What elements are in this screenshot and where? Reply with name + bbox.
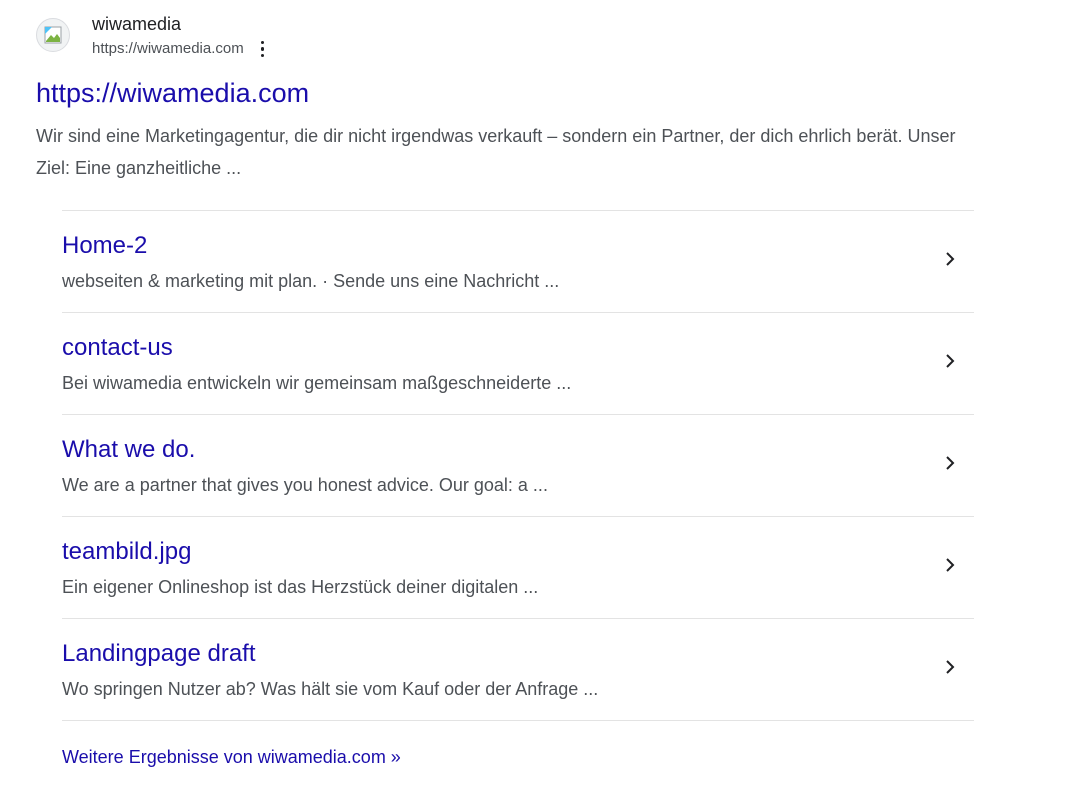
sitelink-description: Ein eigener Onlineshop ist das Herzstück…: [62, 577, 539, 597]
site-header: wiwamedia https://wiwamedia.com: [36, 12, 976, 64]
sitelink-what-we-do[interactable]: What we do. We are a partner that gives …: [62, 415, 974, 517]
chevron-right-icon[interactable]: [940, 657, 960, 677]
chevron-right-icon[interactable]: [940, 453, 960, 473]
chevron-right-icon[interactable]: [940, 249, 960, 269]
more-vert-icon[interactable]: [258, 38, 268, 60]
chevron-right-icon[interactable]: [940, 351, 960, 371]
sitelink-description: Wo springen Nutzer ab? Was hält sie vom …: [62, 679, 599, 699]
site-url[interactable]: https://wiwamedia.com: [92, 38, 244, 60]
sitelink-description: Bei wiwamedia entwickeln wir gemeinsam m…: [62, 373, 572, 393]
more-results-link[interactable]: Weitere Ergebnisse von wiwamedia.com »: [62, 745, 976, 769]
broken-image-icon: [44, 26, 62, 44]
search-result: wiwamedia https://wiwamedia.com https://…: [36, 12, 976, 769]
sitelinks-list: Home-2 webseiten & marketing mit plan. ·…: [62, 210, 974, 721]
site-name[interactable]: wiwamedia: [92, 12, 268, 36]
sitelink-description: webseiten & marketing mit plan. · Sende …: [62, 271, 560, 291]
sitelink-contact-us[interactable]: contact-us Bei wiwamedia entwickeln wir …: [62, 313, 974, 415]
result-snippet: Wir sind eine Marketingagentur, die dir …: [36, 126, 956, 178]
sitelink-teambild[interactable]: teambild.jpg Ein eigener Onlineshop ist …: [62, 517, 974, 619]
sitelink-landingpage-draft[interactable]: Landingpage draft Wo springen Nutzer ab?…: [62, 619, 974, 721]
sitelink-title[interactable]: teambild.jpg: [62, 537, 191, 567]
sitelink-description: We are a partner that gives you honest a…: [62, 475, 548, 495]
sitelink-title[interactable]: contact-us: [62, 333, 173, 363]
sitelink-home-2[interactable]: Home-2 webseiten & marketing mit plan. ·…: [62, 211, 974, 313]
site-favicon[interactable]: [36, 18, 70, 52]
sitelink-title[interactable]: Home-2: [62, 231, 147, 261]
result-title-link[interactable]: https://wiwamedia.com: [36, 76, 976, 110]
sitelink-title[interactable]: Landingpage draft: [62, 639, 256, 669]
chevron-right-icon[interactable]: [940, 555, 960, 575]
sitelink-title[interactable]: What we do.: [62, 435, 195, 465]
